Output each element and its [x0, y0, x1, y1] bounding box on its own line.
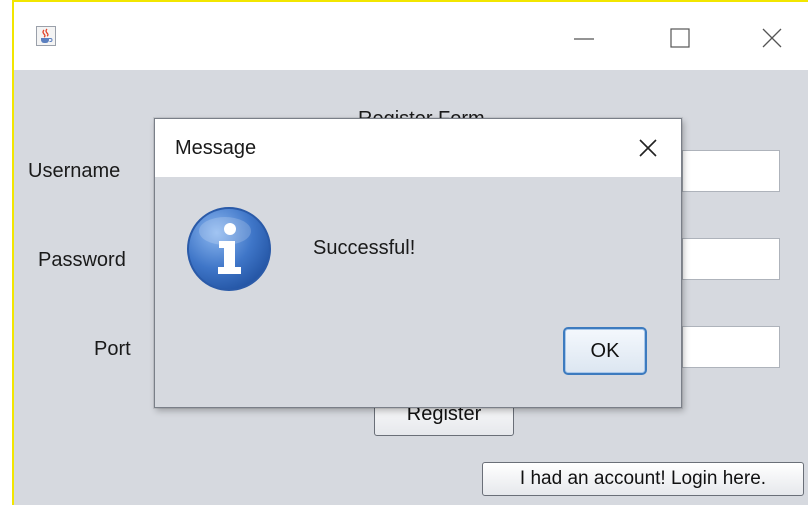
- close-icon[interactable]: [756, 22, 788, 54]
- login-link-button[interactable]: I had an account! Login here.: [482, 462, 804, 496]
- dialog-message: Successful!: [313, 237, 416, 259]
- maximize-icon[interactable]: [664, 22, 696, 54]
- message-dialog: Message Successful! OK: [154, 118, 682, 408]
- info-icon: [185, 205, 273, 293]
- password-field[interactable]: [682, 238, 780, 280]
- dialog-close-icon[interactable]: [633, 133, 663, 163]
- window-titlebar[interactable]: [14, 2, 808, 70]
- minimize-icon[interactable]: [568, 22, 600, 54]
- username-label: Username: [28, 160, 121, 182]
- dialog-titlebar[interactable]: Message: [155, 119, 681, 177]
- username-field[interactable]: [682, 150, 780, 192]
- port-field[interactable]: [682, 326, 780, 368]
- password-label: Password: [38, 249, 126, 271]
- port-label: Port: [94, 338, 131, 360]
- dialog-title: Message: [175, 137, 257, 159]
- register-window: Register Form Username Password Port Reg…: [12, 0, 808, 505]
- java-coffee-cup-icon: [36, 26, 56, 46]
- ok-button[interactable]: OK: [563, 327, 647, 375]
